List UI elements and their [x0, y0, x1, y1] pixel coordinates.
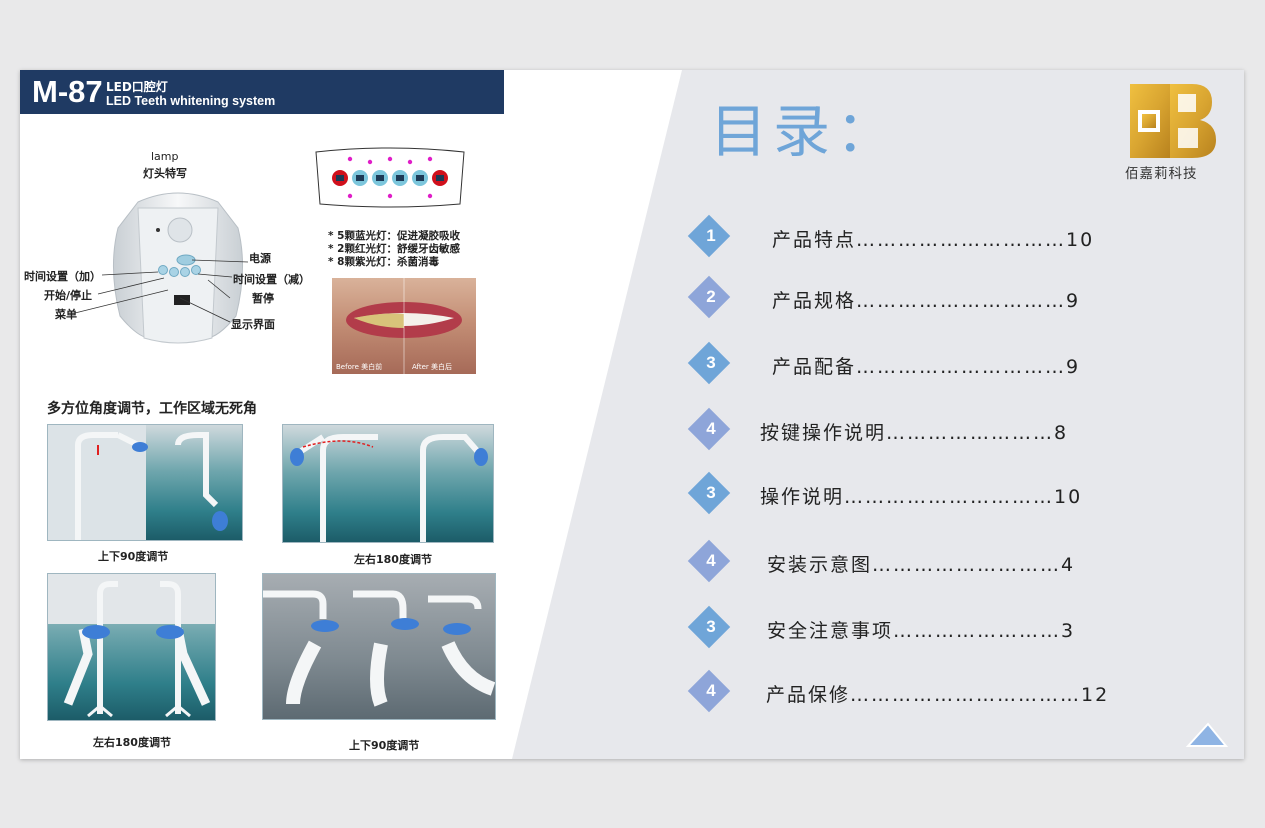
caption-vertical-90-a: 上下90度调节 [98, 550, 169, 563]
toc-item-number: 2 [706, 287, 716, 306]
callout-start-stop: 开始/停止 [44, 289, 93, 302]
toc-item-text: 安全注意事项……………………3 [767, 620, 1076, 642]
angle-adjust-title: 多方位角度调节，工作区域无死角 [47, 401, 257, 417]
callout-pause: 暂停 [252, 292, 274, 305]
toc-title: 目录： [710, 99, 899, 165]
product-sheet: M-87 LED口腔灯 LED Teeth whitening system l… [20, 70, 504, 759]
toc-item-number: 4 [706, 681, 716, 700]
after-caption: After 美白后 [412, 363, 453, 371]
toc-item-text: 产品特点…………………………10 [772, 229, 1095, 251]
toc-item[interactable]: 4 安装示意图………………………4 [687, 539, 1210, 588]
photo-vertical-90-a [47, 424, 243, 541]
toc-item-text: 产品规格…………………………9 [772, 290, 1081, 312]
toc-item-number: 3 [706, 617, 716, 636]
toc-item-number: 4 [706, 419, 716, 438]
led-panel-diagram [315, 147, 465, 208]
callout-display: 显示界面 [231, 318, 275, 331]
before-after-photo: Before 美白前 After 美白后 [332, 278, 476, 374]
toc-item-text: 操作说明…………………………10 [760, 486, 1083, 508]
toc-item[interactable]: 1 产品特点…………………………10 [687, 214, 1210, 263]
slide: M-87 LED口腔灯 LED Teeth whitening system l… [20, 70, 1244, 759]
toc-item[interactable]: 4 按键操作说明……………………8 [687, 407, 1210, 456]
toc-item[interactable]: 3 操作说明…………………………10 [687, 471, 1210, 520]
callout-power: 电源 [249, 252, 271, 265]
toc-item[interactable]: 2 产品规格…………………………9 [687, 275, 1210, 324]
toc-item[interactable]: 3 安全注意事项……………………3 [687, 605, 1210, 654]
toc-item-number: 1 [706, 226, 716, 245]
company-logo [1130, 84, 1216, 158]
photo-horizontal-180-a [282, 424, 494, 543]
toc-item-text: 产品保修……………………………12 [766, 684, 1110, 706]
toc-item-text: 产品配备…………………………9 [772, 356, 1081, 378]
caption-horizontal-180-b: 左右180度调节 [93, 736, 171, 749]
led-note-purple: * 8颗紫光灯：杀菌消毒 [328, 256, 439, 268]
toc-item-number: 4 [706, 551, 716, 570]
toc-item[interactable]: 3 产品配备…………………………9 [687, 341, 1210, 390]
caption-vertical-90-b: 上下90度调节 [349, 739, 420, 752]
toc-item-number: 3 [706, 483, 716, 502]
toc-item-number: 3 [706, 353, 716, 372]
company-name: 佰嘉莉科技 [1125, 166, 1198, 182]
next-page-icon[interactable] [1182, 720, 1230, 748]
callout-time-add: 时间设置（加） [24, 270, 101, 283]
callout-menu: 菜单 [55, 308, 77, 321]
toc-item[interactable]: 4 产品保修……………………………12 [687, 669, 1210, 718]
photo-horizontal-180-b [47, 573, 216, 721]
before-caption: Before 美白前 [336, 363, 383, 371]
callout-time-sub: 时间设置（减） [233, 273, 310, 286]
photo-vertical-90-b [262, 573, 496, 720]
toc-item-text: 安装示意图………………………4 [767, 554, 1076, 576]
caption-horizontal-180-a: 左右180度调节 [354, 553, 432, 566]
toc-item-text: 按键操作说明……………………8 [760, 422, 1069, 444]
